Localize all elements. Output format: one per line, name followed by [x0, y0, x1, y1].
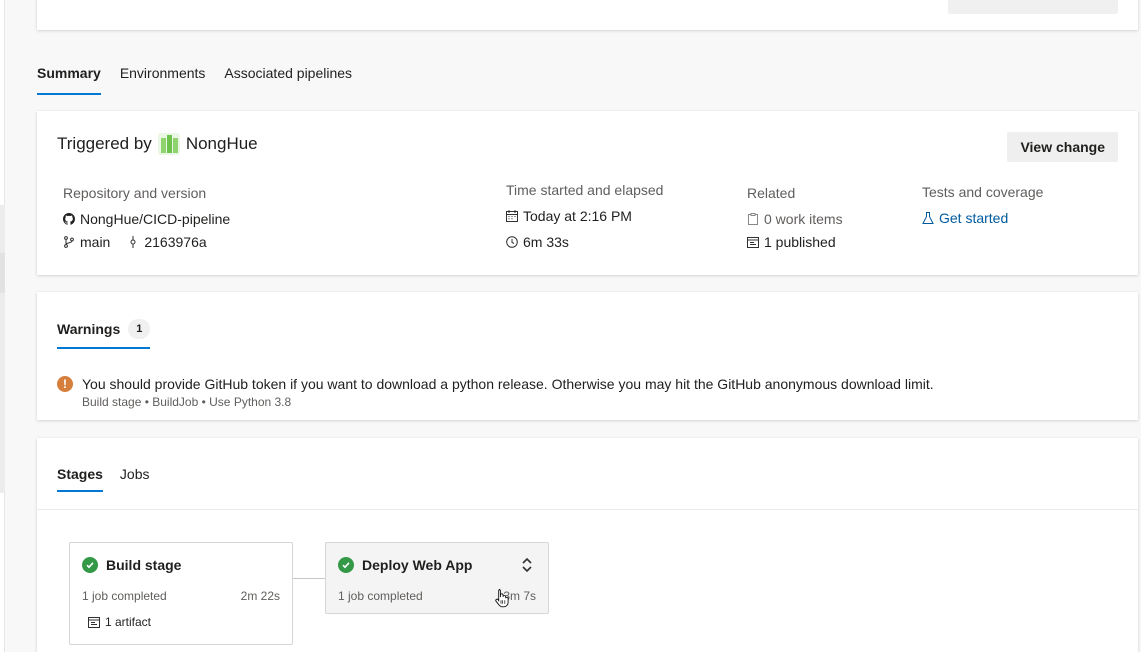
stage-status: 1 job completed [338, 589, 423, 603]
stage-name: Deploy Web App [362, 557, 473, 573]
stage-duration: 2m 22s [240, 589, 280, 603]
published-artifacts: 1 published [764, 233, 836, 250]
branch-commit-line: main 2163976a [63, 230, 230, 253]
tests-line[interactable]: Get started [922, 206, 1043, 229]
calendar-icon [506, 209, 518, 222]
warnings-card: Warnings 1 ! You should provide GitHub t… [37, 292, 1138, 420]
time-elapsed-line: 6m 33s [506, 230, 663, 253]
warnings-tab-label: Warnings [57, 321, 121, 337]
time-label: Time started and elapsed [506, 182, 664, 198]
clock-icon [506, 235, 518, 248]
stages-tabs: Stages Jobs [57, 466, 167, 492]
commit-id[interactable]: 2163976a [144, 234, 206, 250]
stage-artifact: 1 artifact [105, 615, 152, 629]
stage-artifact-link[interactable]: 1 artifact [88, 615, 151, 629]
time-elapsed: 6m 33s [523, 233, 569, 250]
triggered-by-label: Triggered by [57, 134, 152, 153]
work-items-line: 0 work items [747, 207, 843, 230]
branch-icon [63, 235, 75, 248]
work-items: 0 work items [764, 210, 843, 227]
expand-collapse-icon[interactable] [520, 557, 534, 573]
repository-name: NongHue/CICD-pipeline [80, 210, 231, 227]
left-nav-edge [0, 0, 5, 652]
stage-status: 1 job completed [82, 589, 167, 603]
header-action-button[interactable] [948, 0, 1118, 14]
stage-deploy[interactable]: Deploy Web App 1 job completed 3m 7s [325, 542, 549, 614]
tab-associated-pipelines[interactable]: Associated pipelines [224, 62, 352, 95]
warning-source[interactable]: Build stage • BuildJob • Use Python 3.8 [82, 395, 934, 409]
tab-jobs[interactable]: Jobs [120, 466, 150, 492]
triggered-by: Triggered by NongHue [57, 133, 258, 155]
warnings-count-badge: 1 [128, 319, 151, 339]
warning-message: You should provide GitHub token if you w… [82, 376, 934, 392]
tests-column: Tests and coverage Get started [922, 184, 1043, 229]
stage-deploy-title: Deploy Web App [338, 557, 472, 573]
repository-column: Repository and version NongHue/CICD-pipe… [63, 185, 230, 253]
stage-build[interactable]: Build stage 1 job completed 2m 22s 1 art… [69, 542, 293, 645]
artifact-icon [88, 616, 100, 628]
stage-build-meta: 1 job completed 2m 22s [82, 589, 280, 603]
repository-line[interactable]: NongHue/CICD-pipeline [63, 207, 230, 230]
branch-name[interactable]: main [80, 234, 110, 250]
hand-cursor-icon [495, 589, 509, 608]
run-tabs: Summary Environments Associated pipeline… [37, 62, 371, 95]
view-change-button[interactable]: View change [1007, 132, 1118, 162]
nav-edge-segment [0, 253, 5, 293]
header-card [37, 0, 1138, 30]
related-column: Related 0 work items 1 published [747, 185, 843, 253]
repository-label: Repository and version [63, 185, 207, 201]
time-started: Today at 2:16 PM [523, 207, 632, 224]
tab-summary[interactable]: Summary [37, 62, 101, 95]
divider [37, 509, 1138, 510]
github-icon [63, 212, 75, 225]
tab-environments[interactable]: Environments [120, 62, 206, 95]
warning-icon: ! [57, 376, 73, 392]
tab-warnings[interactable]: Warnings 1 [57, 319, 151, 349]
stage-build-title: Build stage [82, 557, 181, 573]
success-check-icon [82, 557, 98, 573]
get-started-link[interactable]: Get started [939, 210, 1008, 226]
summary-card: Triggered by NongHue View change Reposit… [37, 111, 1138, 275]
related-label: Related [747, 185, 796, 201]
commit-icon [127, 235, 139, 248]
stages-card: Stages Jobs Build stage 1 job completed … [37, 438, 1138, 652]
avatar[interactable] [157, 133, 180, 155]
nav-edge-segment [0, 293, 5, 493]
work-item-icon [747, 212, 759, 225]
stage-connector [293, 578, 326, 579]
time-column: Time started and elapsed Today at 2:16 P… [506, 182, 663, 253]
flask-icon [922, 211, 934, 224]
stage-name: Build stage [106, 557, 182, 573]
success-check-icon [338, 557, 354, 573]
artifact-icon [747, 236, 759, 248]
tests-label: Tests and coverage [922, 184, 1044, 200]
warning-item: ! You should provide GitHub token if you… [57, 376, 934, 409]
nav-edge-segment [0, 205, 5, 253]
tab-stages[interactable]: Stages [57, 466, 103, 492]
published-line[interactable]: 1 published [747, 230, 843, 253]
time-started-line: Today at 2:16 PM [506, 204, 663, 227]
triggered-by-user[interactable]: NongHue [186, 134, 258, 154]
